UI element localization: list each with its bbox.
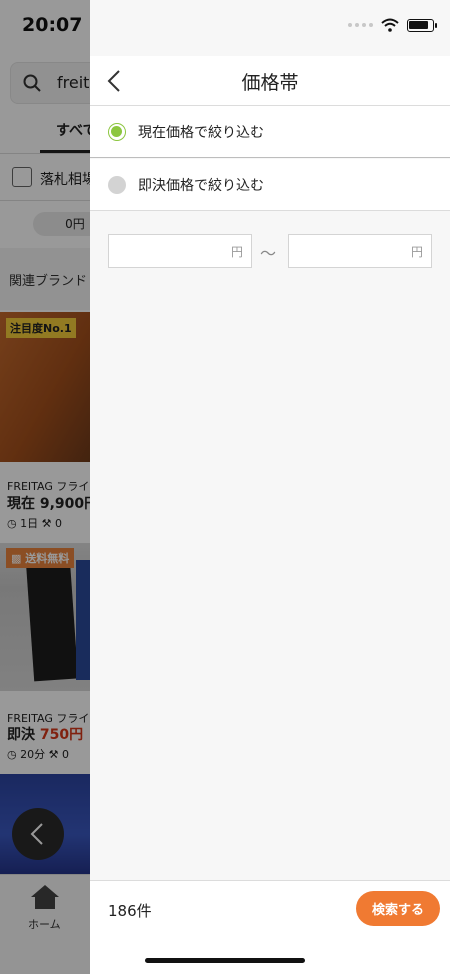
min-price-field[interactable]: 円 bbox=[108, 234, 252, 268]
price-range-area: 円 〜 円 bbox=[90, 212, 450, 880]
drawer-title: 価格帯 bbox=[241, 72, 299, 94]
price-range-drawer: 価格帯 現在価格で絞り込む 即決価格で絞り込む 円 〜 円 186件 検索する bbox=[90, 0, 450, 974]
max-price-unit: 円 bbox=[410, 245, 423, 259]
battery-icon bbox=[407, 18, 437, 32]
max-price-field[interactable]: 円 bbox=[288, 234, 432, 268]
signal-icon bbox=[348, 23, 373, 27]
option-current-price-label: 現在価格で絞り込む bbox=[138, 125, 264, 141]
drawer-header: 価格帯 bbox=[90, 56, 450, 106]
search-button[interactable]: 検索する bbox=[356, 891, 440, 926]
min-price-input[interactable] bbox=[115, 240, 215, 262]
home-indicator[interactable] bbox=[145, 958, 305, 963]
option-buy-now-price-label: 即決価格で絞り込む bbox=[138, 178, 264, 194]
option-current-price[interactable]: 現在価格で絞り込む bbox=[90, 106, 450, 158]
min-price-unit: 円 bbox=[230, 245, 243, 259]
max-price-input[interactable] bbox=[295, 240, 395, 262]
option-buy-now-price[interactable]: 即決価格で絞り込む bbox=[90, 159, 450, 211]
radio-selected-icon[interactable] bbox=[108, 123, 126, 141]
result-count: 186件 bbox=[108, 902, 152, 920]
wifi-icon bbox=[381, 18, 399, 32]
radio-unselected-icon[interactable] bbox=[108, 176, 126, 194]
range-separator: 〜 bbox=[260, 244, 277, 263]
status-icons bbox=[348, 18, 437, 32]
